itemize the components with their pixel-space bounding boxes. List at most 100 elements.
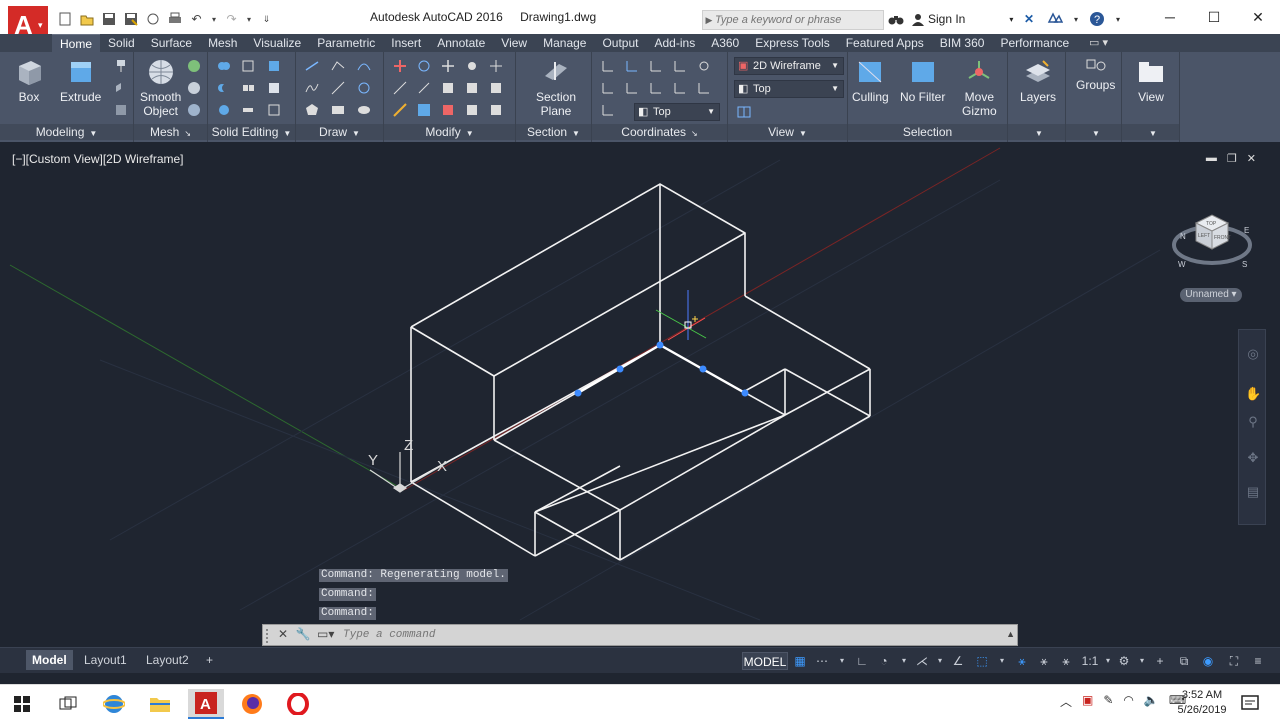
windows-start-icon[interactable]	[4, 689, 40, 719]
panel-title-modeling[interactable]: Modeling ▼	[0, 124, 133, 140]
model-space-canvas[interactable]: Y Z X	[0, 143, 1272, 647]
annotation-scale-icon[interactable]: ⚹	[1058, 653, 1074, 669]
panel-title-draw[interactable]: Draw ▼	[296, 124, 383, 140]
smooth-object-button[interactable]: Smooth Object	[140, 58, 181, 118]
search-box[interactable]: ▶	[702, 10, 884, 30]
annotation-monitor-icon[interactable]: +	[1152, 653, 1168, 669]
arc-icon[interactable]	[356, 58, 372, 74]
showmotion-icon[interactable]: ▤	[1245, 484, 1261, 500]
union-icon[interactable]	[216, 58, 232, 74]
viewport-label[interactable]: [−][Custom View][2D Wireframe]	[12, 152, 184, 166]
fillet-icon[interactable]	[488, 80, 504, 96]
ucs-x-icon[interactable]	[624, 80, 640, 96]
tab-surface[interactable]: Surface	[143, 34, 200, 52]
ucs-y-icon[interactable]	[648, 80, 664, 96]
section-plane-button[interactable]: Section Plane	[536, 58, 576, 118]
offset-icon[interactable]	[488, 102, 504, 118]
rotate-3d-icon[interactable]	[416, 58, 432, 74]
sweep-icon[interactable]	[113, 102, 129, 118]
object-snap-tracking-icon[interactable]: ∠	[950, 653, 966, 669]
sign-in-button[interactable]: Sign In ▾	[912, 12, 1013, 26]
box-button[interactable]: Box	[14, 58, 44, 104]
isodraft-icon[interactable]: ⋌	[914, 653, 930, 669]
redo-dropdown-icon[interactable]: ▾	[245, 11, 253, 28]
panel-title-view[interactable]: View ▼	[728, 124, 847, 140]
snap-mode-icon[interactable]: ⋯	[814, 653, 830, 669]
scale-value[interactable]: 1:1	[1078, 653, 1102, 669]
rectangle-icon[interactable]	[330, 102, 346, 118]
customize-qat-icon[interactable]: ⇓	[258, 11, 275, 28]
groups-button[interactable]: Groups	[1076, 58, 1115, 92]
workspace-gear-icon[interactable]: ⚙	[1116, 653, 1132, 669]
search-input[interactable]	[715, 14, 880, 26]
move-gizmo-button[interactable]: Move Gizmo	[962, 58, 997, 118]
open-web-icon[interactable]	[144, 11, 161, 28]
culling-button[interactable]: Culling	[852, 58, 889, 104]
ray-icon[interactable]	[330, 80, 346, 96]
extrude-faces-icon[interactable]	[266, 58, 282, 74]
panel-title-modify[interactable]: Modify ▼	[384, 124, 515, 140]
tab-annotate[interactable]: Annotate	[429, 34, 493, 52]
copy-icon[interactable]	[464, 102, 480, 118]
ucs-z-icon[interactable]	[672, 80, 688, 96]
tab-home[interactable]: Home	[52, 34, 101, 52]
tab-view[interactable]: View	[493, 34, 535, 52]
auto-scale-icon[interactable]: ⚹	[1036, 653, 1052, 669]
steering-wheel-icon[interactable]: ◎	[1245, 346, 1261, 362]
panel-title-coordinates[interactable]: Coordinates ↘	[592, 124, 727, 140]
undo-dropdown-icon[interactable]: ▾	[210, 11, 218, 28]
ucs-object-icon[interactable]	[672, 58, 688, 74]
pan-icon[interactable]: ✋	[1245, 386, 1261, 402]
circle-icon[interactable]	[356, 80, 372, 96]
intersect-icon[interactable]	[216, 102, 232, 118]
isolate-objects-icon[interactable]: ⧉	[1176, 653, 1192, 669]
opera-icon[interactable]	[280, 689, 316, 719]
trim-icon[interactable]	[392, 102, 408, 118]
grid-display-icon[interactable]: ▦	[792, 653, 808, 669]
chevron-down-icon[interactable]: ▾	[896, 653, 912, 669]
ucs-view-icon[interactable]	[696, 58, 712, 74]
move-3d-icon[interactable]	[392, 58, 408, 74]
close-icon[interactable]: ✕	[1236, 0, 1280, 34]
extract-edges-icon[interactable]	[240, 58, 256, 74]
polysolid-icon[interactable]	[113, 80, 129, 96]
smooth-less-icon[interactable]	[186, 80, 202, 96]
polygon-icon[interactable]	[304, 102, 320, 118]
clean-screen-icon[interactable]: ⛶	[1226, 653, 1242, 669]
smooth-more-icon[interactable]	[186, 58, 202, 74]
ribbon-options-icon[interactable]: ▭ ▾	[1089, 36, 1108, 49]
ucs-origin-icon[interactable]	[648, 58, 664, 74]
tab-insert[interactable]: Insert	[383, 34, 429, 52]
wcs-menu[interactable]: Unnamed ▾	[1180, 288, 1242, 302]
shell-icon[interactable]	[266, 102, 282, 118]
erase-icon[interactable]	[440, 102, 456, 118]
layout-tab-model[interactable]: Model	[26, 650, 73, 670]
chevron-down-icon[interactable]: ▾	[994, 653, 1010, 669]
annotation-visibility-icon[interactable]: ⚹	[1014, 653, 1030, 669]
expand-history-icon[interactable]: ▲	[1006, 629, 1015, 639]
tab-output[interactable]: Output	[594, 34, 646, 52]
tab-mesh[interactable]: Mesh	[200, 34, 245, 52]
tab-solid[interactable]: Solid	[100, 34, 143, 52]
a360-icon[interactable]	[1046, 10, 1064, 28]
scale-icon[interactable]	[416, 102, 432, 118]
close-icon[interactable]: ✕	[275, 627, 291, 643]
internet-explorer-icon[interactable]	[96, 689, 132, 719]
viewport-config-icon[interactable]	[736, 104, 752, 120]
action-center-icon[interactable]	[1240, 693, 1260, 713]
minimize-icon[interactable]: ─	[1148, 0, 1192, 34]
tab-visualize[interactable]: Visualize	[245, 34, 309, 52]
drawing-viewport[interactable]: Y Z X [−][Custom View][2D Wireframe] ▬ ❐…	[0, 143, 1272, 647]
stretch-icon[interactable]	[440, 80, 456, 96]
camera-app-icon[interactable]: ▣	[1082, 693, 1093, 710]
tab-a360[interactable]: A360	[703, 34, 747, 52]
show-hidden-icons[interactable]: ︿	[1060, 693, 1072, 710]
subtract-icon[interactable]	[216, 80, 232, 96]
ucs-world-icon[interactable]	[624, 58, 640, 74]
mirror-3d-icon[interactable]	[392, 80, 408, 96]
ucs-face-icon[interactable]	[600, 80, 616, 96]
ucs-preset-dropdown[interactable]: ◧ Top ▼	[634, 103, 720, 121]
pen-workspace-icon[interactable]: ✎	[1103, 693, 1113, 710]
object-snap-icon[interactable]: ⬚	[974, 653, 990, 669]
ucs-3point-icon[interactable]	[696, 80, 712, 96]
